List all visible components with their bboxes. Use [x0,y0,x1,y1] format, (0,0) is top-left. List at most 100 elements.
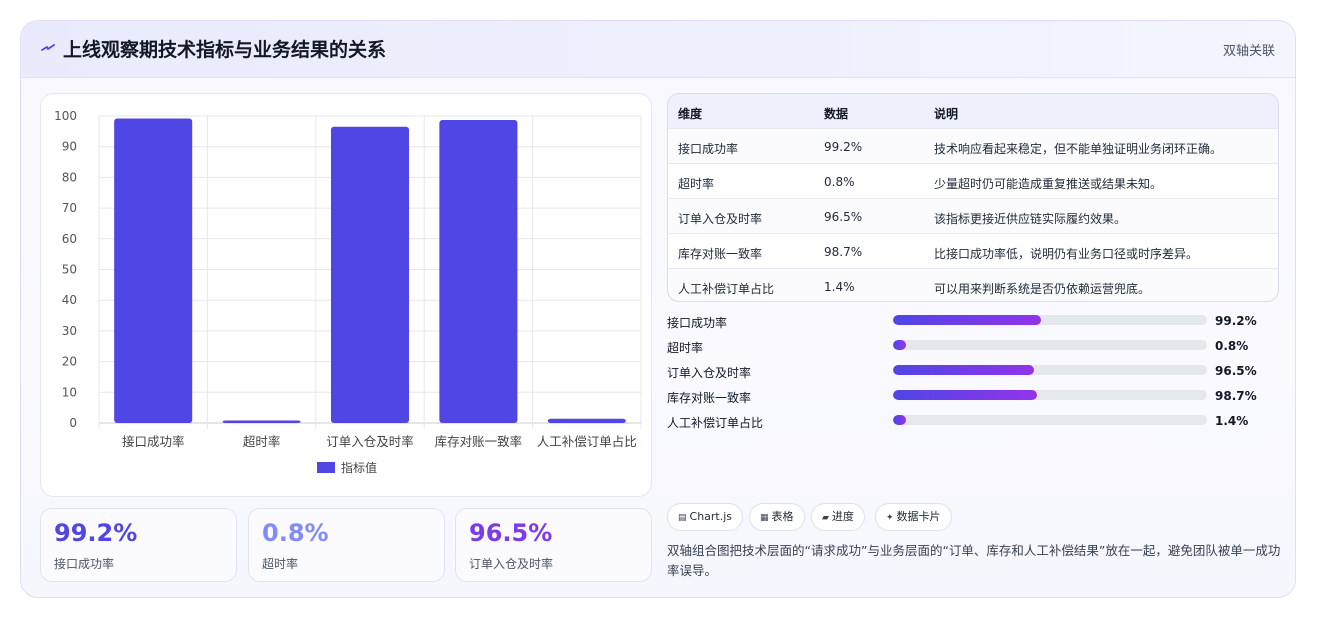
progress-label: 超时率 [667,341,704,355]
bar [222,420,301,423]
progress-fill [893,340,906,350]
progress-label: 库存对账一致率 [667,391,752,405]
stat-card-1: 99.2% 接口成功率 [40,508,237,582]
stat-label: 超时率 [262,557,299,571]
progress-fill [893,365,1035,375]
table-header-cell: 数据 [824,107,849,121]
stat-value: 0.8% [262,519,329,547]
bar [114,118,193,424]
chip-label: Chart.js [689,510,733,523]
bar-chart-panel: 0 10 20 30 40 50 60 70 80 90 100 接口成功率 超时率 订单入仓及时率 库存对… [40,93,652,497]
table-cell: 人工补偿订单占比 [678,282,775,296]
x-tick-label: 接口成功率 [122,434,185,449]
x-tick-label: 人工补偿订单占比 [537,434,637,449]
progress-label: 人工补偿订单占比 [667,416,764,430]
table-row: 订单入仓及时率 96.5% 该指标更接近供应链实际履约效果。 [668,198,1278,233]
x-tick-label: 超时率 [243,434,281,449]
y-tick-label: 70 [62,201,77,215]
bar [439,119,518,423]
table-cell: 接口成功率 [678,142,739,156]
table-header-cell: 说明 [934,107,959,121]
x-tick-label: 库存对账一致率 [435,434,523,449]
chip-label: 进度 [831,510,854,523]
progress-fill [893,315,1041,325]
progress-value: 98.7% [1215,389,1257,403]
chip-label: 表格 [771,510,794,523]
table-row: 接口成功率 99.2% 技术响应看起来稳定，但不能单独证明业务闭环正确。 [668,128,1278,163]
progress-track [893,365,1207,375]
table-icon: ▦ [760,513,769,523]
y-tick-label: 30 [62,324,77,338]
stat-card-2: 0.8% 超时率 [248,508,445,582]
stat-label: 订单入仓及时率 [469,557,554,571]
chip-label: 数据卡片 [896,510,941,523]
stat-label: 接口成功率 [54,557,115,571]
progress-track [893,315,1207,325]
bar [330,126,410,423]
y-tick-label: 100 [54,109,77,123]
y-tick-label: 60 [62,232,77,246]
chip-progress[interactable]: ▰ 进度 [811,503,865,531]
table-cell: 超时率 [678,177,715,191]
progress-row: 接口成功率 99.2% [667,313,1279,333]
table-row: 库存对账一致率 98.7% 比接口成功率低，说明仍有业务口径或时序差异。 [668,233,1278,268]
data-table: 维度 数据 说明 接口成功率 99.2% 技术响应看起来稳定，但不能单独证明业务… [667,93,1279,302]
y-tick-label: 0 [69,416,77,430]
progress-track [893,390,1207,400]
stat-card-3: 96.5% 订单入仓及时率 [455,508,652,582]
progress-value: 1.4% [1215,414,1249,428]
table-cell: 少量超时仍可能造成重复推送或结果未知。 [934,177,1163,191]
progress-label: 接口成功率 [667,316,728,330]
progress-track [893,415,1207,425]
table-cell: 技术响应看起来稳定，但不能单独证明业务闭环正确。 [934,142,1223,156]
table-cell: 0.8% [824,175,855,189]
table-cell: 库存对账一致率 [678,247,763,261]
table-cell: 订单入仓及时率 [678,212,763,226]
y-tick-label: 50 [62,263,77,277]
progress-fill [893,390,1038,400]
card-header: 上线观察期技术指标与业务结果的关系 双轴关联 [21,21,1295,78]
table-cell: 98.7% [824,245,863,259]
stat-value: 99.2% [54,519,138,547]
y-tick-label: 90 [62,140,77,154]
progress-fill [893,415,906,425]
sparkle-icon: ✦ [886,513,894,523]
progress-icon: ▰ [822,513,829,523]
progress-value: 0.8% [1215,339,1249,353]
table-row: 超时率 0.8% 少量超时仍可能造成重复推送或结果未知。 [668,163,1278,198]
table-cell: 可以用来判断系统是否仍依赖运营兜底。 [934,282,1151,296]
main-card: 上线观察期技术指标与业务结果的关系 双轴关联 0 10 20 30 40 50 60 70 80… [20,20,1296,598]
header-tag: 双轴关联 [1222,44,1275,59]
progress-track [893,340,1207,350]
progress-value: 99.2% [1215,314,1257,328]
chip-chartjs[interactable]: ▤ Chart.js [667,503,744,531]
progress-value: 96.5% [1215,364,1257,378]
table-header-row: 维度 数据 说明 [668,94,1278,129]
progress-row: 人工补偿订单占比 1.4% [667,413,1279,433]
progress-row: 超时率 0.8% [667,338,1279,358]
chip-table[interactable]: ▦ 表格 [749,503,805,531]
progress-row: 订单入仓及时率 96.5% [667,363,1279,383]
x-tick-label: 订单入仓及时率 [326,434,414,449]
bar-chart: 0 10 20 30 40 50 60 70 80 90 100 接口成功率 超时率 订单入仓及时率 库存对… [54,109,642,475]
legend-label: 指标值 [341,460,377,475]
progress-row: 库存对账一致率 98.7% [667,388,1279,408]
bolt-icon [41,44,55,51]
legend-swatch [317,462,335,473]
progress-label: 订单入仓及时率 [667,366,752,380]
footer-description: 双轴组合图把技术层面的“请求成功”与业务层面的“订单、库存和人工补偿结果”放在一… [667,543,1281,578]
y-tick-label: 40 [62,293,77,307]
y-tick-label: 20 [62,355,77,369]
y-tick-label: 80 [62,170,77,184]
table-cell: 96.5% [824,210,863,224]
chart-icon: ▤ [678,513,687,523]
y-tick-label: 10 [62,385,77,399]
table-cell: 1.4% [824,280,855,294]
stat-value: 96.5% [469,519,553,547]
page-title: 上线观察期技术指标与业务结果的关系 [63,39,387,61]
table-cell: 99.2% [824,140,863,154]
table-row: 人工补偿订单占比 1.4% 可以用来判断系统是否仍依赖运营兜底。 [668,268,1278,301]
table-header-cell: 维度 [678,107,703,121]
chip-data-cards[interactable]: ✦ 数据卡片 [875,503,952,531]
table-cell: 该指标更接近供应链实际履约效果。 [934,212,1127,226]
